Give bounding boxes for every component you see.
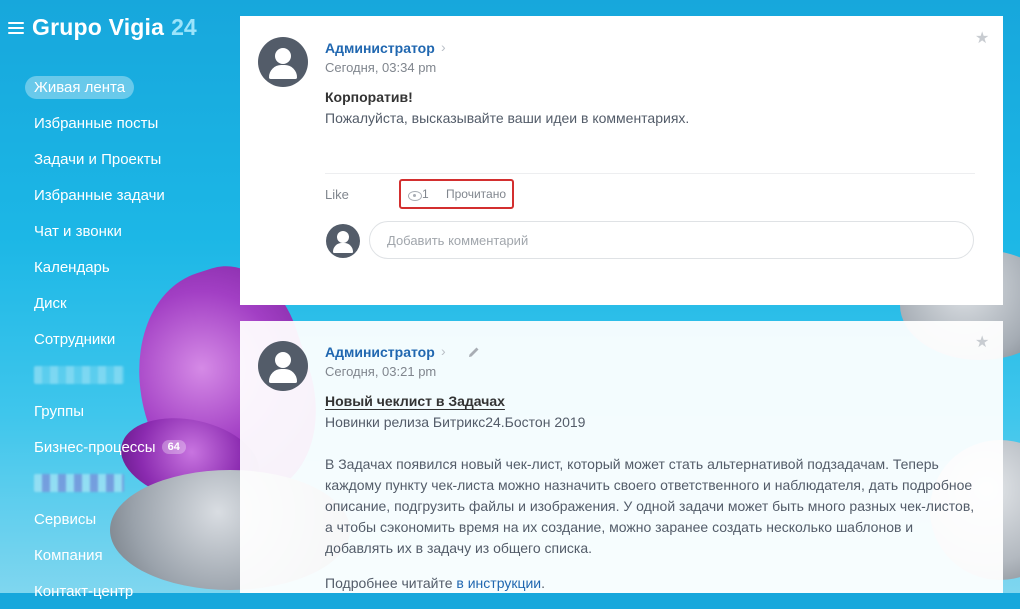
current-user-avatar bbox=[326, 224, 360, 258]
blurred-label bbox=[34, 366, 124, 384]
post-date[interactable]: Сегодня, 03:34 pm bbox=[325, 60, 436, 75]
paragraph-line: добавлять их в задачу из общего списка. bbox=[325, 540, 593, 556]
paragraph-line: а чтобы сэкономить время на их создание,… bbox=[325, 519, 914, 535]
logo-row: Grupo Vigia 24 bbox=[8, 14, 197, 41]
sidebar-item-business-processes[interactable]: Бизнес-процессы 64 bbox=[24, 429, 224, 465]
post-paragraph: В Задачах появился новый чек-лист, котор… bbox=[325, 454, 985, 559]
chevron-right-icon: › bbox=[441, 39, 446, 55]
read-status[interactable]: Прочитано bbox=[446, 187, 506, 201]
sidebar-item-label: Бизнес-процессы bbox=[34, 438, 156, 456]
sidebar-item-contact-center[interactable]: Контакт-центр bbox=[24, 573, 224, 609]
sidebar-item-chat-calls[interactable]: Чат и звонки bbox=[24, 213, 224, 249]
sidebar-item-label: Чат и звонки bbox=[34, 222, 122, 240]
sidebar-item-blurred[interactable] bbox=[24, 465, 224, 501]
sidebar-item-label: Сотрудники bbox=[34, 330, 116, 348]
post-subtitle: Новинки релиза Битрикс24.Бостон 2019 bbox=[325, 414, 586, 430]
sidebar-item-tasks-projects[interactable]: Задачи и Проекты bbox=[24, 141, 224, 177]
portal-number: 24 bbox=[171, 14, 197, 40]
sidebar-item-label: Диск bbox=[34, 294, 67, 312]
sidebar-item-company[interactable]: Компания bbox=[24, 537, 224, 573]
portal-name[interactable]: Grupo Vigia bbox=[32, 14, 164, 41]
sidebar-item-services[interactable]: Сервисы bbox=[24, 501, 224, 537]
comment-input[interactable] bbox=[369, 221, 974, 259]
main-menu: Живая лента Избранные посты Задачи и Про… bbox=[24, 69, 224, 609]
post-title: Корпоратив! bbox=[325, 89, 413, 105]
menu-burger-icon[interactable] bbox=[8, 21, 24, 34]
views-count[interactable]: 1 bbox=[422, 187, 429, 201]
sidebar-item-favorite-posts[interactable]: Избранные посты bbox=[24, 105, 224, 141]
read-more-suffix: . bbox=[541, 575, 546, 591]
author-avatar[interactable] bbox=[258, 37, 308, 87]
sidebar-item-label: Сервисы bbox=[34, 510, 97, 528]
sidebar-item-drive[interactable]: Диск bbox=[24, 285, 224, 321]
sidebar-item-label: Избранные задачи bbox=[34, 186, 165, 204]
post-title[interactable]: Новый чеклист в Задачах bbox=[325, 393, 505, 409]
sidebar-item-employees[interactable]: Сотрудники bbox=[24, 321, 224, 357]
edit-pencil-icon[interactable] bbox=[468, 346, 480, 358]
sidebar-item-label: Календарь bbox=[34, 258, 110, 276]
sidebar-item-label: Компания bbox=[34, 546, 103, 564]
author-avatar[interactable] bbox=[258, 341, 308, 391]
sidebar-item-calendar[interactable]: Календарь bbox=[24, 249, 224, 285]
post-date[interactable]: Сегодня, 03:21 pm bbox=[325, 364, 436, 379]
eye-icon bbox=[408, 191, 422, 201]
star-icon[interactable]: ★ bbox=[975, 332, 989, 352]
post-author[interactable]: Администратор bbox=[325, 344, 435, 360]
views-highlight: 1 Прочитано bbox=[399, 179, 514, 209]
blurred-label bbox=[34, 474, 124, 492]
sidebar-item-label: Избранные посты bbox=[34, 114, 159, 132]
instruction-link[interactable]: в инструкции bbox=[456, 575, 541, 591]
feed-post: Администратор › Сегодня, 03:34 pm ★ Корп… bbox=[240, 16, 1003, 305]
read-more-line: Подробнее читайте в инструкции. bbox=[325, 573, 545, 594]
star-icon[interactable]: ★ bbox=[975, 28, 989, 48]
sidebar-item-label: Группы bbox=[34, 402, 84, 420]
post-body: Пожалуйста, высказывайте ваши идеи в ком… bbox=[325, 110, 690, 126]
sidebar-item-favorite-tasks[interactable]: Избранные задачи bbox=[24, 177, 224, 213]
sidebar-item-label: Задачи и Проекты bbox=[34, 150, 162, 168]
sidebar-item-label: Контакт-центр bbox=[34, 582, 134, 600]
post-author[interactable]: Администратор bbox=[325, 40, 435, 56]
like-button[interactable]: Like bbox=[325, 187, 349, 202]
paragraph-line: описание, подгрузить файлы и изображения… bbox=[325, 498, 975, 514]
sidebar-item-live-feed[interactable]: Живая лента bbox=[24, 69, 224, 105]
chevron-right-icon: › bbox=[441, 343, 446, 359]
read-more-prefix: Подробнее читайте bbox=[325, 575, 457, 591]
left-sidebar: Grupo Vigia 24 Живая лента Избранные пос… bbox=[0, 0, 230, 600]
paragraph-line: В Задачах появился новый чек-лист, котор… bbox=[325, 456, 939, 472]
paragraph-line: каждому пункту чек-листа можно назначить… bbox=[325, 477, 973, 493]
feed-post: Администратор › Сегодня, 03:21 pm ★ Новы… bbox=[240, 321, 1003, 593]
divider bbox=[325, 173, 975, 174]
sidebar-item-blurred[interactable] bbox=[24, 357, 224, 393]
sidebar-item-groups[interactable]: Группы bbox=[24, 393, 224, 429]
sidebar-item-label: Живая лента bbox=[25, 75, 135, 99]
counter-badge: 64 bbox=[161, 440, 186, 454]
